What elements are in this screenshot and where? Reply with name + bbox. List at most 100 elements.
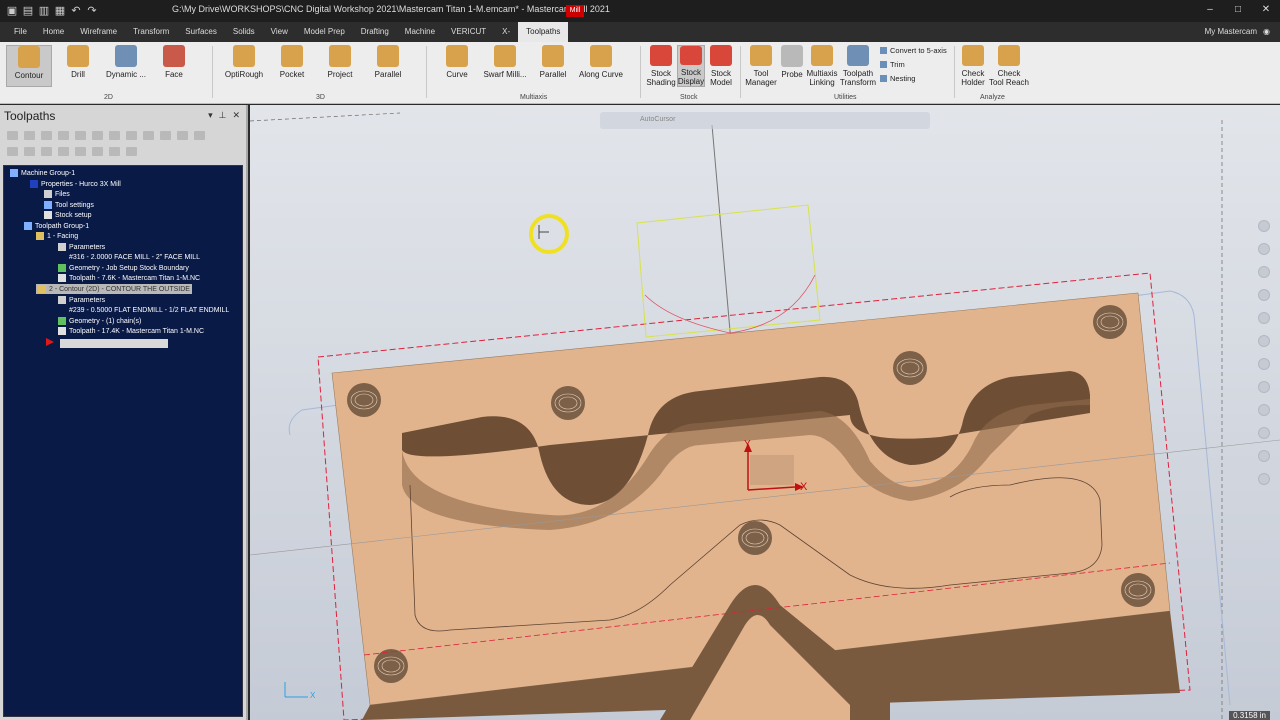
view-front-icon[interactable] [1258, 335, 1270, 347]
menu-wireframe[interactable]: Wireframe [72, 22, 125, 42]
parallel-3d-button[interactable]: Parallel [370, 45, 406, 87]
menu-home[interactable]: Home [35, 22, 72, 42]
contour-button[interactable]: Contour [6, 45, 52, 87]
menu-drafting[interactable]: Drafting [353, 22, 397, 42]
insert-arrow-icon[interactable] [41, 147, 52, 156]
menu-view[interactable]: View [263, 22, 296, 42]
menu-x[interactable]: X- [494, 22, 518, 42]
save-icon[interactable]: ▤ [22, 5, 34, 17]
insert-arrow-icon[interactable] [46, 338, 54, 346]
tree-node[interactable]: Parameters [58, 242, 105, 252]
menu-vericut[interactable]: VERICUT [443, 22, 494, 42]
optirough-button[interactable]: OptiRough [222, 45, 266, 87]
maximize-button[interactable]: □ [1224, 0, 1252, 22]
fit-icon[interactable] [1258, 266, 1270, 278]
tree-node[interactable]: Machine Group-1 [10, 168, 75, 178]
wireframe-icon[interactable] [1258, 427, 1270, 439]
tree-node[interactable]: Parameters [58, 295, 105, 305]
tree-node[interactable]: Tool settings [44, 200, 94, 210]
menu-surfaces[interactable]: Surfaces [177, 22, 225, 42]
regenerate-icon[interactable] [41, 131, 52, 140]
tool-manager-button[interactable]: Tool Manager [744, 45, 778, 87]
view-top-icon[interactable] [1258, 312, 1270, 324]
dropdown-icon[interactable]: ▾ [208, 110, 213, 121]
single-display-icon[interactable] [75, 147, 86, 156]
stock-model-button[interactable]: Stock Model [706, 45, 736, 87]
graphics-viewport[interactable]: Y X X AutoCursor 0.3158 in [250, 105, 1280, 720]
print-icon[interactable]: ▦ [54, 5, 66, 17]
rotate-icon[interactable] [1258, 289, 1270, 301]
tree-node[interactable]: #239 - 0.5000 FLAT ENDMILL - 1/2 FLAT EN… [58, 305, 229, 315]
autocursor-toolbar[interactable]: AutoCursor [600, 112, 930, 129]
delete-icon[interactable] [160, 131, 171, 140]
expand-icon[interactable] [92, 147, 103, 156]
check-holder-button[interactable]: Check Holder [958, 45, 988, 87]
clear-color-icon[interactable] [1258, 473, 1270, 485]
post-icon[interactable] [126, 131, 137, 140]
collapse-icon[interactable] [109, 147, 120, 156]
undo-icon[interactable]: ↶ [70, 5, 82, 17]
help-icon[interactable] [194, 131, 205, 140]
zoom-window-icon[interactable] [1258, 243, 1270, 255]
backplot-icon[interactable] [75, 131, 86, 140]
convert-5axis-button[interactable]: Convert to 5-axis [880, 46, 947, 55]
stock-shading-button[interactable]: Stock Shading [646, 45, 676, 87]
drill-button[interactable]: Drill [60, 45, 96, 87]
tree-node-selected[interactable]: 2 - Contour (2D) - CONTOUR THE OUTSIDE [36, 284, 192, 294]
tree-node[interactable]: 1 - Facing [36, 231, 78, 241]
settings-icon[interactable] [126, 147, 137, 156]
tree-node[interactable]: Toolpath - 17.4K - Mastercam Titan 1-M.N… [58, 326, 204, 336]
along-curve-button[interactable]: Along Curve [578, 45, 624, 87]
open-icon[interactable]: ▥ [38, 5, 50, 17]
tree-node[interactable]: Toolpath Group-1 [24, 221, 89, 231]
lock-icon[interactable] [177, 131, 188, 140]
menu-transform[interactable]: Transform [125, 22, 177, 42]
tree-node[interactable]: Toolpath - 7.6K - Mastercam Titan 1-M.NC [58, 273, 200, 283]
new-file-icon[interactable]: ▣ [6, 5, 18, 17]
menu-model-prep[interactable]: Model Prep [296, 22, 353, 42]
check-tool-reach-button[interactable]: Check Tool Reach [988, 45, 1030, 87]
menu-file[interactable]: File [6, 22, 35, 42]
highfeed-icon[interactable] [143, 131, 154, 140]
trim-button[interactable]: Trim [880, 60, 905, 69]
tree-node[interactable]: #316 - 2.0000 FACE MILL - 2" FACE MILL [58, 252, 200, 262]
probe-button[interactable]: Probe [780, 45, 804, 87]
menu-machine[interactable]: Machine [397, 22, 443, 42]
view-right-icon[interactable] [1258, 358, 1270, 370]
menu-solids[interactable]: Solids [225, 22, 263, 42]
select-dirty-icon[interactable] [24, 131, 35, 140]
nesting-button[interactable]: Nesting [880, 74, 915, 83]
scroll-icon[interactable] [58, 147, 69, 156]
simulate-icon[interactable] [109, 131, 120, 140]
close-panel-icon[interactable]: ✕ [232, 110, 240, 121]
my-mastercam[interactable]: My Mastercam ◉ [1205, 22, 1270, 42]
redo-icon[interactable]: ↷ [86, 5, 98, 17]
minimize-button[interactable]: – [1196, 0, 1224, 22]
plane-icon[interactable] [1258, 450, 1270, 462]
move-down-icon[interactable] [7, 147, 18, 156]
pin-icon[interactable]: ⊥ [219, 110, 227, 121]
stock-display-button[interactable]: Stock Display [677, 45, 705, 87]
regenerate-dirty-icon[interactable] [58, 131, 69, 140]
tree-node[interactable]: Files [44, 189, 70, 199]
move-up-icon[interactable] [24, 147, 35, 156]
select-all-icon[interactable] [7, 131, 18, 140]
tree-node[interactable]: Properties - Hurco 3X Mill [30, 179, 121, 189]
project-button[interactable]: Project [322, 45, 358, 87]
close-button[interactable]: ✕ [1252, 0, 1280, 22]
tree-node[interactable]: Geometry - Job Setup Stock Boundary [58, 263, 189, 273]
menu-toolpaths[interactable]: Toolpaths [518, 22, 569, 42]
face-button[interactable]: Face [156, 45, 192, 87]
shading-icon[interactable] [1258, 404, 1270, 416]
zoom-in-icon[interactable] [1258, 220, 1270, 232]
swarf-milling-button[interactable]: Swarf Milli... [482, 45, 528, 87]
pocket-button[interactable]: Pocket [276, 45, 308, 87]
view-iso-icon[interactable] [1258, 381, 1270, 393]
toolpath-transform-button[interactable]: Toolpath Transform [840, 45, 876, 87]
curve-button[interactable]: Curve [440, 45, 474, 87]
parallel-multiaxis-button[interactable]: Parallel [536, 45, 570, 87]
verify-icon[interactable] [92, 131, 103, 140]
dynamic-button[interactable]: Dynamic ... [104, 45, 148, 87]
tree-node[interactable]: Geometry - (1) chain(s) [58, 316, 141, 326]
multiaxis-linking-button[interactable]: Multiaxis Linking [806, 45, 838, 87]
